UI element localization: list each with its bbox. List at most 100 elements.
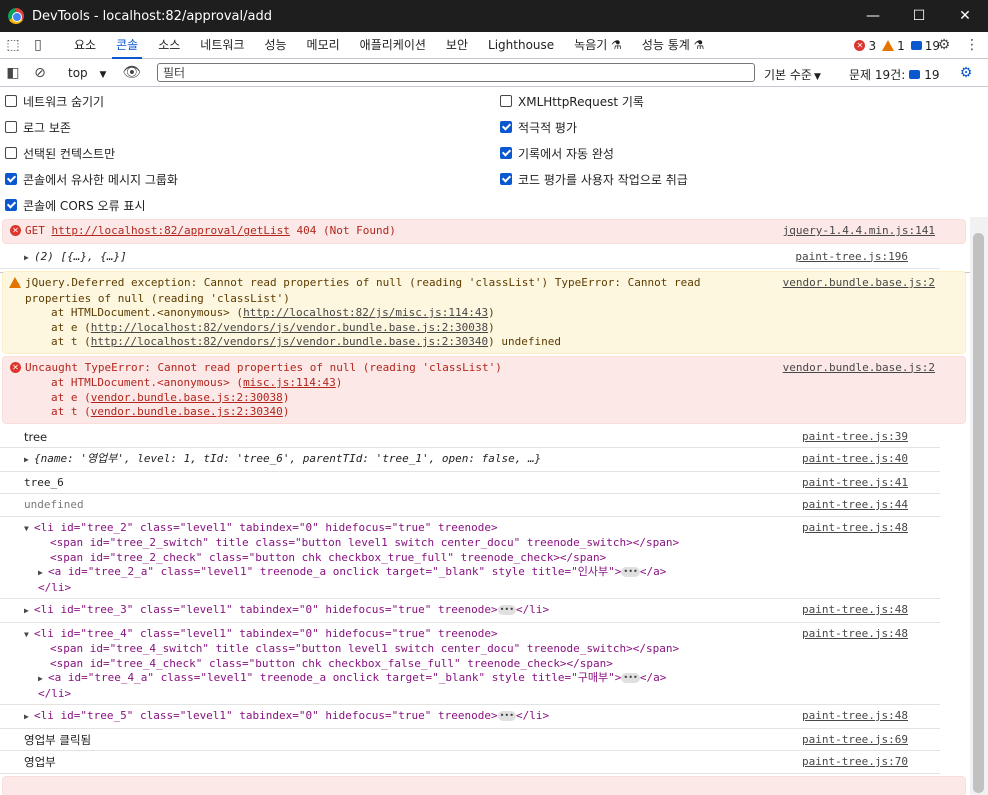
clear-console-icon[interactable]: ⊘ <box>32 65 48 81</box>
checkbox[interactable] <box>500 95 512 107</box>
ellipsis-icon[interactable]: ••• <box>497 711 517 721</box>
issue-badges[interactable]: ✕ 3 1 19 <box>854 32 940 59</box>
option-preserve-log[interactable]: 로그 보존 <box>5 119 71 135</box>
error-badge[interactable]: ✕ 3 <box>854 39 876 53</box>
ellipsis-icon[interactable]: ••• <box>621 673 640 683</box>
request-url-link[interactable]: http://localhost:82/approval/getList <box>52 224 290 237</box>
checkbox[interactable] <box>5 173 17 185</box>
eye-icon[interactable]: 👁 <box>122 63 142 81</box>
source-link[interactable]: paint-tree.js:196 <box>795 250 908 265</box>
console-log-row[interactable]: tree_6 paint-tree.js:41 <box>0 472 940 494</box>
option-eager-evaluation[interactable]: 적극적 평가 <box>500 119 577 135</box>
console-log-row[interactable]: 영업부 클릭됨 paint-tree.js:69 <box>0 729 940 751</box>
checkbox[interactable] <box>5 95 17 107</box>
message-icon <box>909 70 921 79</box>
console-log-row[interactable]: ▶ (2) [{…}, {…}] paint-tree.js:196 <box>0 246 940 269</box>
source-link[interactable]: paint-tree.js:48 <box>802 521 908 536</box>
option-treat-eval-user-action[interactable]: 코드 평가를 사용자 작업으로 취급 <box>500 171 688 187</box>
tab-security[interactable]: 보안 <box>436 32 478 59</box>
maximize-icon[interactable]: ☐ <box>896 0 942 32</box>
checkbox[interactable] <box>5 121 17 133</box>
device-toolbar-icon[interactable]: ▯ <box>30 37 46 53</box>
error-icon: ✕ <box>854 40 866 51</box>
checkbox[interactable] <box>5 147 17 159</box>
warning-icon <box>9 277 21 288</box>
checkbox[interactable] <box>5 199 17 211</box>
source-link[interactable]: vendor.bundle.base.js:2 <box>783 276 935 291</box>
tab-performance-insights[interactable]: 성능 통계 ⚗ <box>632 32 715 59</box>
option-selected-context-only[interactable]: 선택된 컨텍스트만 <box>5 145 115 161</box>
chrome-icon <box>8 8 24 24</box>
option-log-xhr[interactable]: XMLHttpRequest 기록 <box>500 93 644 109</box>
scrollbar-thumb[interactable] <box>973 233 984 793</box>
minimize-icon[interactable]: — <box>850 0 896 32</box>
console-log-row[interactable]: tree paint-tree.js:39 <box>0 426 940 448</box>
checkbox[interactable] <box>500 147 512 159</box>
tab-application[interactable]: 애플리케이션 <box>350 32 436 59</box>
checkbox[interactable] <box>500 173 512 185</box>
expand-triangle-icon[interactable]: ▶ <box>38 672 48 687</box>
source-link[interactable]: paint-tree.js:48 <box>802 603 908 618</box>
console-log-row[interactable]: ▶ {name: '영업부', level: 1, tId: 'tree_6', … <box>0 448 940 472</box>
option-hide-network[interactable]: 네트워크 숨기기 <box>5 93 104 109</box>
source-link[interactable]: paint-tree.js:70 <box>802 755 908 770</box>
console-dom-row[interactable]: ▼ <li id="tree_4" class="level1" tabindex… <box>0 623 940 705</box>
console-warning-row[interactable]: ▶ jQuery.Deferred exception: Cannot read … <box>2 271 966 354</box>
ellipsis-icon[interactable]: ••• <box>621 567 640 577</box>
expand-triangle-icon[interactable]: ▶ <box>24 251 34 266</box>
console-log-row[interactable]: 영업부 paint-tree.js:70 <box>0 751 940 774</box>
source-link[interactable]: paint-tree.js:48 <box>802 627 908 642</box>
expand-triangle-icon[interactable]: ▶ <box>24 453 34 468</box>
source-link[interactable]: paint-tree.js:69 <box>802 733 908 748</box>
console-toolbar: ◧ ⊘ top ▼ 👁 기본 수준▼ 문제 19건:19 ⚙ <box>0 59 988 87</box>
tab-elements[interactable]: 요소 <box>64 32 106 59</box>
tab-memory[interactable]: 메모리 <box>297 32 350 59</box>
context-selector[interactable]: top ▼ <box>68 66 106 80</box>
log-level-dropdown[interactable]: 기본 수준 ▼ <box>764 66 821 83</box>
console-error-row[interactable]: ✕ ▶Uncaught TypeError: Cannot read prope… <box>2 355 966 424</box>
tab-performance[interactable]: 성능 <box>254 32 296 59</box>
chevron-down-icon: ▼ <box>813 72 821 82</box>
warning-badge[interactable]: 1 <box>882 39 905 53</box>
source-link[interactable]: jquery-1.4.4.min.js:141 <box>783 224 935 239</box>
gear-icon[interactable]: ⚙ <box>936 37 952 53</box>
tab-sources[interactable]: 소스 <box>148 32 190 59</box>
console-settings-gear-icon[interactable]: ⚙ <box>958 65 974 81</box>
sidebar-toggle-icon[interactable]: ◧ <box>5 65 21 81</box>
tab-network[interactable]: 네트워크 <box>190 32 254 59</box>
console-scrollbar[interactable] <box>970 217 988 795</box>
ellipsis-icon[interactable]: ••• <box>497 605 517 615</box>
window-titlebar: DevTools - localhost:82/approval/add — ☐… <box>0 0 988 32</box>
expand-triangle-icon[interactable]: ▶ <box>24 710 34 725</box>
console-dom-row[interactable]: ▶ <li id="tree_3" class="level1" tabindex… <box>0 599 940 623</box>
filter-input[interactable] <box>157 63 755 82</box>
option-autocomplete-history[interactable]: 기록에서 자동 완성 <box>500 145 614 161</box>
more-options-icon[interactable]: ⋮ <box>964 37 980 53</box>
console-error-row[interactable] <box>2 775 966 795</box>
console-error-row[interactable]: ✕ ▶GET http://localhost:82/approval/getL… <box>2 219 966 244</box>
close-icon[interactable]: ✕ <box>942 0 988 32</box>
collapse-triangle-icon[interactable]: ▼ <box>24 522 34 537</box>
tab-lighthouse[interactable]: Lighthouse <box>478 32 564 59</box>
source-link[interactable]: paint-tree.js:44 <box>802 498 908 513</box>
source-link[interactable]: paint-tree.js:39 <box>802 430 908 445</box>
source-link[interactable]: paint-tree.js:48 <box>802 709 908 724</box>
console-dom-row[interactable]: ▶ <li id="tree_5" class="level1" tabindex… <box>0 705 940 729</box>
collapse-triangle-icon[interactable]: ▼ <box>24 628 34 643</box>
console-log-row[interactable]: undefined paint-tree.js:44 <box>0 494 940 517</box>
checkbox[interactable] <box>500 121 512 133</box>
tab-recorder[interactable]: 녹음기 ⚗ <box>564 32 632 59</box>
tab-console[interactable]: 콘솔 <box>106 32 148 59</box>
error-icon: ✕ <box>10 225 21 236</box>
source-link[interactable]: paint-tree.js:40 <box>802 452 908 467</box>
source-link[interactable]: paint-tree.js:41 <box>802 476 908 491</box>
inspect-element-icon[interactable]: ⬚ <box>5 37 21 53</box>
option-show-cors-errors[interactable]: 콘솔에 CORS 오류 표시 <box>5 197 146 213</box>
devtools-tabbar: ⬚ ▯ 요소 콘솔 소스 네트워크 성능 메모리 애플리케이션 보안 Light… <box>0 32 988 59</box>
issues-counter[interactable]: 문제 19건: 19 <box>849 66 940 83</box>
expand-triangle-icon[interactable]: ▶ <box>24 604 34 619</box>
expand-triangle-icon[interactable]: ▶ <box>38 566 48 581</box>
console-dom-row[interactable]: ▼ <li id="tree_2" class="level1" tabindex… <box>0 517 940 599</box>
option-group-similar[interactable]: 콘솔에서 유사한 메시지 그룹화 <box>5 171 178 187</box>
source-link[interactable]: vendor.bundle.base.js:2 <box>783 361 935 376</box>
